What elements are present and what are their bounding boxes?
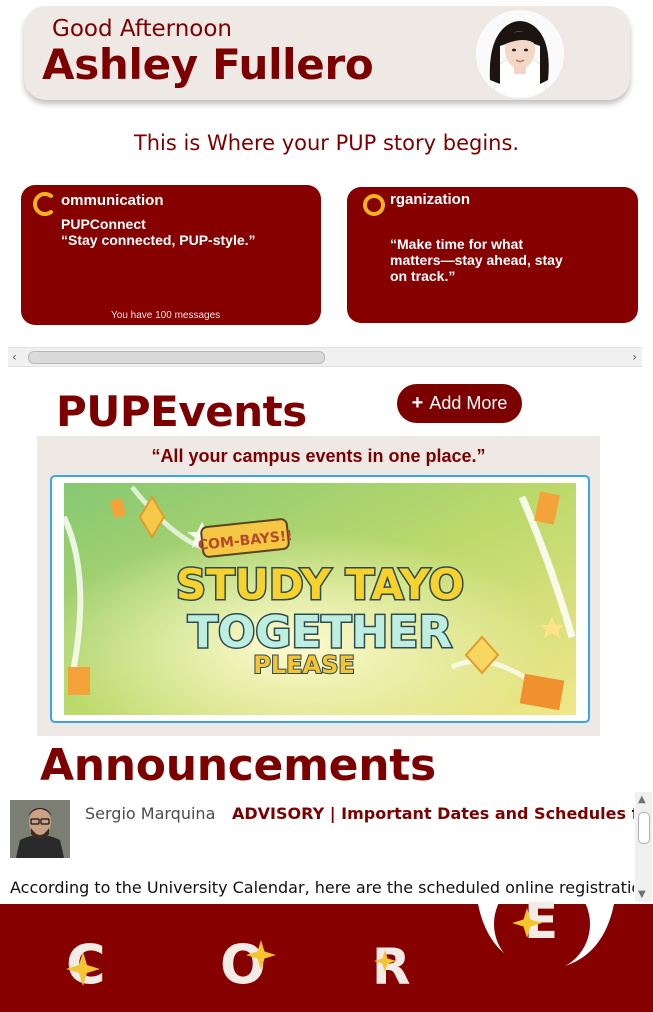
- events-quote: “All your campus events in one place.”: [151, 446, 486, 466]
- sparkle-icon: [374, 950, 396, 972]
- communication-card[interactable]: ommunication PUPConnect “Stay connected,…: [21, 185, 321, 325]
- announcements-scrollbar[interactable]: ▲ ▼: [635, 792, 652, 902]
- card-subtitle: on track.”: [390, 268, 456, 284]
- scroll-down-icon[interactable]: ▼: [638, 889, 646, 900]
- organization-letter-icon: [363, 194, 385, 216]
- poster-line3: PLEASE: [253, 651, 355, 679]
- scroll-right-icon[interactable]: ›: [632, 348, 637, 366]
- sparkle-icon: [66, 952, 100, 986]
- events-title: PUPEvents: [56, 387, 307, 436]
- message-count: You have 100 messages: [111, 310, 221, 321]
- scroll-left-icon[interactable]: ‹: [12, 348, 17, 366]
- card-subtitle: “Stay connected, PUP-style.”: [61, 232, 256, 248]
- author-avatar-icon: [10, 800, 70, 858]
- scrollbar-thumb[interactable]: [28, 351, 325, 364]
- card-subtitle: matters—stay ahead, stay: [390, 252, 563, 268]
- card-subtitle: “Make time for what: [390, 236, 524, 252]
- user-name: Ashley Fullero: [42, 40, 374, 89]
- card-title: rganization: [390, 191, 471, 208]
- communication-letter-icon: [33, 192, 53, 216]
- announcement-author: Sergio Marquina: [85, 804, 216, 823]
- plus-icon: +: [411, 392, 424, 414]
- bottom-nav: C O R E: [0, 896, 653, 1012]
- events-panel: “All your campus events in one place.” C…: [37, 436, 600, 736]
- greeting-text: Good Afternoon: [52, 16, 233, 42]
- card-subtitle: PUPConnect: [61, 216, 146, 232]
- add-more-button[interactable]: + Add More: [397, 384, 522, 423]
- tagline: This is Where your PUP story begins.: [133, 131, 520, 155]
- sparkle-icon: [246, 940, 276, 970]
- avatar[interactable]: [476, 10, 564, 98]
- cards-scrollbar[interactable]: ‹ ›: [8, 347, 642, 367]
- announcement-headline[interactable]: ADVISORY | Important Dates and Schedules…: [232, 804, 634, 823]
- announcements-title: Announcements: [40, 740, 436, 791]
- add-more-label: Add More: [429, 393, 508, 413]
- card-title: ommunication: [61, 192, 164, 209]
- event-poster[interactable]: COM-BAYS!! STUDY TAYO TOGETHER PLEASE: [50, 475, 590, 723]
- organization-card[interactable]: rganization “Make time for what matters—…: [347, 187, 638, 323]
- scrollbar-thumb[interactable]: [638, 812, 650, 844]
- announcement-list[interactable]: Sergio Marquina ADVISORY | Important Dat…: [0, 792, 653, 904]
- poster-line1: STUDY TAYO: [176, 560, 464, 609]
- sparkle-icon: [512, 908, 542, 938]
- home-screen: Good Afternoon Ashley Fullero This is Wh…: [0, 0, 653, 1012]
- scroll-up-icon[interactable]: ▲: [638, 794, 646, 805]
- event-poster-image: COM-BAYS!! STUDY TAYO TOGETHER PLEASE: [61, 483, 576, 715]
- user-avatar-icon: [476, 10, 564, 98]
